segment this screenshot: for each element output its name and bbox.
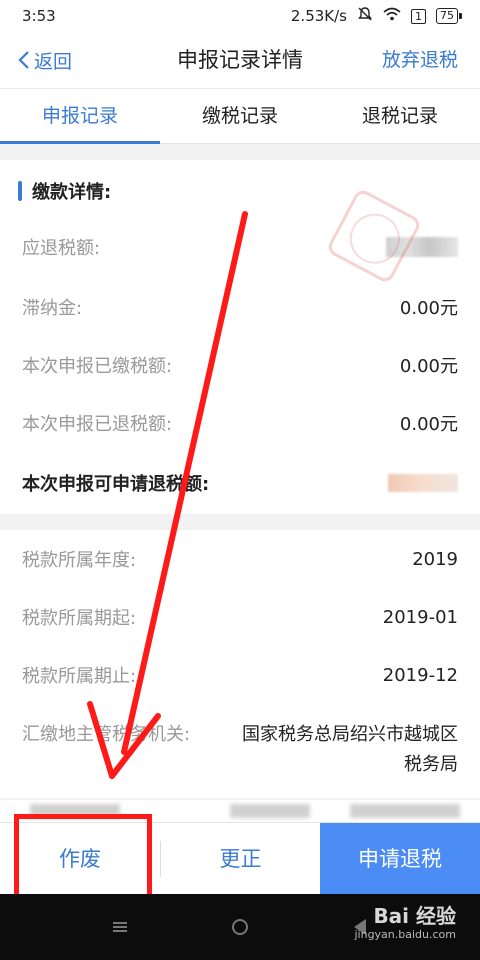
watermark-main: Bai 经验 bbox=[373, 904, 456, 928]
row-value: 2019-12 bbox=[382, 664, 458, 686]
chevron-left-icon bbox=[18, 51, 29, 69]
home-icon bbox=[232, 919, 248, 935]
baidu-watermark: Bai 经验 jingyan.baidu.com bbox=[354, 904, 456, 942]
section-accent-bar bbox=[18, 181, 22, 201]
action-bar: 作废 更正 申请退税 bbox=[0, 822, 480, 895]
blurred-content bbox=[0, 800, 480, 822]
tab-payment-records[interactable]: 缴税记录 bbox=[160, 89, 320, 143]
detail-row: 税款所属期止: 2019-12 bbox=[0, 646, 480, 704]
row-label: 税款所属期止: bbox=[22, 666, 137, 687]
detail-row: 本次申报已缴税额: 0.00元 bbox=[0, 336, 480, 394]
void-button[interactable]: 作废 bbox=[0, 823, 160, 895]
home-button[interactable] bbox=[220, 894, 260, 960]
row-value: 国家税务总局绍兴市越城区税务局 bbox=[242, 724, 458, 775]
redacted-value bbox=[388, 474, 458, 492]
status-icons: 2.53K/s 1 75 bbox=[291, 6, 462, 26]
row-label: 汇缴地主管税务机关: bbox=[22, 724, 191, 745]
row-label: 税款所属期起: bbox=[22, 608, 137, 629]
row-value: 0.00元 bbox=[399, 356, 458, 377]
section-heading: 缴款详情: bbox=[18, 178, 111, 204]
detail-row: 滞纳金: 0.00元 bbox=[0, 278, 480, 336]
back-label: 返回 bbox=[34, 50, 73, 73]
abandon-refund-button[interactable]: 放弃退税 bbox=[382, 32, 458, 88]
menu-icon bbox=[113, 922, 127, 932]
row-value: 2019 bbox=[412, 548, 458, 570]
tab-refund-records[interactable]: 退税记录 bbox=[320, 89, 480, 143]
system-nav-bar: Bai 经验 jingyan.baidu.com bbox=[0, 894, 480, 960]
status-bar: 3:53 2.53K/s 1 75 bbox=[0, 0, 480, 32]
row-value: 0.00元 bbox=[399, 298, 458, 319]
row-value: 2019-01 bbox=[382, 606, 458, 628]
row-label: 应退税额: bbox=[22, 238, 101, 259]
row-value: 0.00元 bbox=[399, 414, 458, 435]
network-speed: 2.53K/s bbox=[290, 7, 347, 25]
row-label: 本次申报已退税额: bbox=[22, 414, 173, 435]
detail-row: 本次申报已退税额: 0.00元 bbox=[0, 394, 480, 452]
watermark-sub: jingyan.baidu.com bbox=[354, 928, 456, 941]
bell-muted-icon bbox=[357, 6, 373, 26]
apply-refund-button[interactable]: 申请退税 bbox=[320, 823, 480, 895]
battery-level: 75 bbox=[436, 8, 458, 24]
detail-row: 汇缴地主管税务机关: 国家税务总局绍兴市越城区税务局 bbox=[0, 706, 480, 776]
status-time: 3:53 bbox=[22, 7, 56, 25]
tab-declaration-records[interactable]: 申报记录 bbox=[0, 89, 160, 144]
tab-bar: 申报记录 缴税记录 退税记录 bbox=[0, 88, 480, 144]
detail-row: 税款所属年度: 2019 bbox=[0, 530, 480, 588]
row-label: 本次申报可申请退税额: bbox=[22, 474, 210, 495]
detail-row: 本次申报可申请退税额: bbox=[0, 454, 480, 512]
tax-period-card: 税款所属年度: 2019 税款所属期起: 2019-01 税款所属期止: 201… bbox=[0, 530, 480, 798]
row-label: 本次申报已缴税额: bbox=[22, 356, 173, 377]
menu-button[interactable] bbox=[100, 894, 140, 960]
row-label: 滞纳金: bbox=[22, 298, 83, 319]
section-title: 缴款详情: bbox=[32, 182, 112, 203]
battery-icon: 75 bbox=[436, 8, 462, 24]
back-button[interactable]: 返回 bbox=[18, 32, 72, 88]
nav-bar: 返回 申报记录详情 放弃退税 bbox=[0, 32, 480, 88]
row-label: 税款所属年度: bbox=[22, 550, 137, 571]
detail-row: 税款所属期起: 2019-01 bbox=[0, 588, 480, 646]
correct-button[interactable]: 更正 bbox=[161, 823, 320, 895]
wifi-icon bbox=[383, 7, 401, 25]
sim-icon: 1 bbox=[411, 8, 426, 24]
